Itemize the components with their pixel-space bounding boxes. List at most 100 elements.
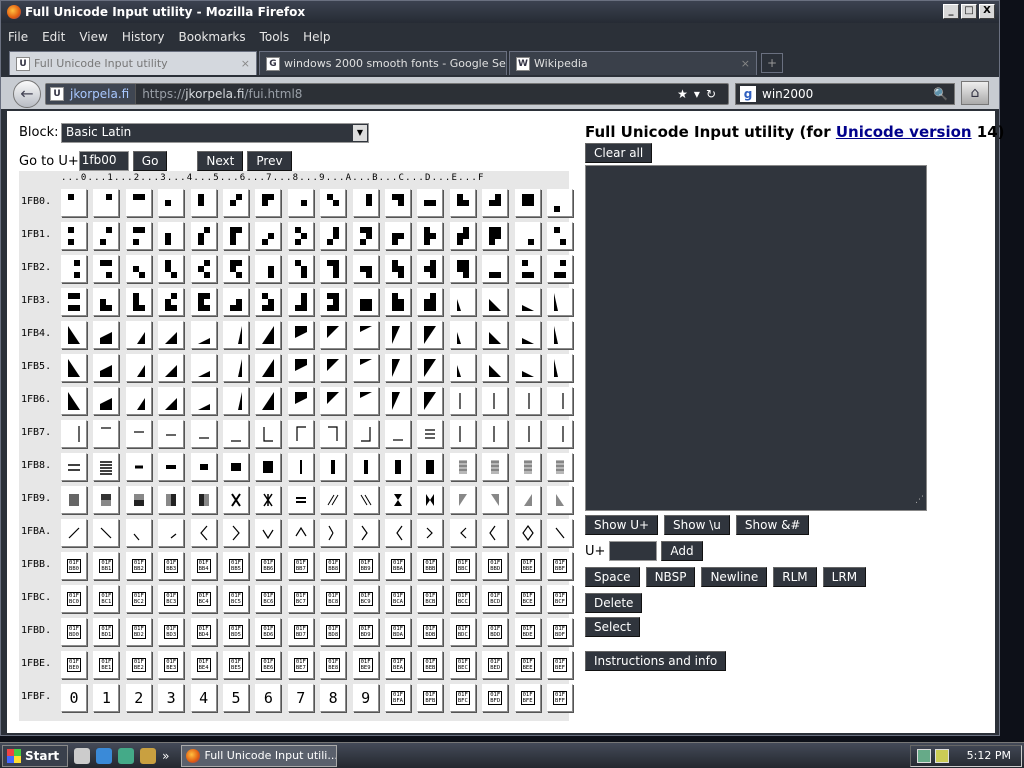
char-cell-1fbb4[interactable]: 01F BB4: [190, 552, 217, 580]
char-cell-1fb1c[interactable]: [449, 222, 476, 250]
char-cell-1fb0a[interactable]: [385, 189, 411, 217]
char-cell-1fb19[interactable]: [352, 222, 379, 250]
char-cell-1fbcc[interactable]: 01F BCC: [449, 585, 476, 613]
char-cell-1fb73[interactable]: [158, 420, 185, 448]
menu-bookmarks[interactable]: Bookmarks: [172, 30, 253, 44]
char-cell-1fbdc[interactable]: 01F BDC: [449, 618, 476, 646]
quicklaunch-more-icon[interactable]: »: [162, 749, 169, 763]
char-cell-1fbed[interactable]: 01F BED: [482, 651, 509, 679]
char-cell-1fb7c[interactable]: [449, 420, 476, 448]
char-cell-1fb7a[interactable]: [385, 420, 411, 448]
output-textarea[interactable]: ⋰: [585, 165, 927, 511]
char-cell-1fb27[interactable]: [287, 255, 314, 283]
char-cell-1fb14[interactable]: [190, 222, 217, 250]
char-cell-1fb7d[interactable]: [482, 420, 509, 448]
char-cell-1fbf9[interactable]: 9: [352, 684, 379, 712]
char-cell-1fb3b[interactable]: [417, 288, 444, 316]
char-cell-1fb91[interactable]: [93, 486, 120, 514]
char-cell-1fbfe[interactable]: 01F BFE: [514, 684, 541, 712]
char-cell-1fbf7[interactable]: 7: [287, 684, 314, 712]
home-button[interactable]: ⌂: [961, 81, 989, 105]
char-cell-1fbc8[interactable]: 01F BC8: [320, 585, 347, 613]
char-cell-1fbc9[interactable]: 01F BC9: [352, 585, 379, 613]
char-cell-1fb74[interactable]: [190, 420, 217, 448]
char-cell-1fbce[interactable]: 01F BCE: [514, 585, 541, 613]
char-cell-1fbe4[interactable]: 01F BE4: [190, 651, 217, 679]
char-cell-1fbc2[interactable]: 01F BC2: [125, 585, 152, 613]
tab-close-icon[interactable]: ×: [235, 57, 250, 70]
maximize-button[interactable]: □: [961, 4, 977, 19]
char-cell-1fba3[interactable]: [158, 519, 185, 547]
char-cell-1fbd6[interactable]: 01F BD6: [255, 618, 282, 646]
char-cell-1fbfb[interactable]: 01F BFB: [417, 684, 444, 712]
char-cell-1fb31[interactable]: [93, 288, 120, 316]
char-cell-1fb71[interactable]: [93, 420, 120, 448]
char-cell-1fb00[interactable]: [61, 189, 87, 217]
google-search-icon[interactable]: g: [740, 86, 756, 102]
char-cell-1fb36[interactable]: [255, 288, 282, 316]
add-button[interactable]: Add: [661, 541, 703, 561]
prev-button[interactable]: Prev: [247, 151, 292, 171]
char-cell-1fb7f[interactable]: [547, 420, 573, 448]
char-cell-1fb04[interactable]: [190, 189, 217, 217]
char-cell-1fb97[interactable]: [287, 486, 314, 514]
char-cell-1fbaf[interactable]: [547, 519, 573, 547]
char-cell-1fb8c[interactable]: [449, 453, 476, 481]
char-cell-1fbee[interactable]: 01F BEE: [514, 651, 541, 679]
char-cell-1fb2d[interactable]: [482, 255, 509, 283]
char-cell-1fb68[interactable]: [320, 387, 347, 415]
char-cell-1fb30[interactable]: [61, 288, 87, 316]
char-cell-1fb64[interactable]: [190, 387, 217, 415]
char-cell-1fb0f[interactable]: [547, 189, 573, 217]
char-cell-1fb83[interactable]: [158, 453, 185, 481]
char-cell-1fbec[interactable]: 01F BEC: [449, 651, 476, 679]
char-cell-1fb8a[interactable]: [385, 453, 411, 481]
char-cell-1fbe3[interactable]: 01F BE3: [158, 651, 185, 679]
char-cell-1fb46[interactable]: [255, 321, 282, 349]
char-cell-1fb78[interactable]: [320, 420, 347, 448]
char-cell-1fb4e[interactable]: [514, 321, 541, 349]
char-cell-1fbc5[interactable]: 01F BC5: [223, 585, 249, 613]
char-cell-1fbcb[interactable]: 01F BCB: [417, 585, 444, 613]
char-cell-1fb59[interactable]: [352, 354, 379, 382]
char-cell-1fb9f[interactable]: [547, 486, 573, 514]
next-button[interactable]: Next: [197, 151, 244, 171]
char-cell-1fb3d[interactable]: [482, 288, 509, 316]
taskbar-firefox-item[interactable]: Full Unicode Input utili...: [181, 744, 338, 767]
char-cell-1fb72[interactable]: [125, 420, 152, 448]
char-cell-1fb9a[interactable]: [385, 486, 411, 514]
lrm-button[interactable]: LRM: [822, 567, 867, 587]
tab-fui[interactable]: U Full Unicode Input utility ×: [9, 51, 257, 75]
char-cell-1fba1[interactable]: [93, 519, 120, 547]
char-cell-1fb32[interactable]: [125, 288, 152, 316]
char-cell-1fb2e[interactable]: [514, 255, 541, 283]
char-cell-1fba7[interactable]: [287, 519, 314, 547]
char-cell-1fb1a[interactable]: [385, 222, 411, 250]
char-cell-1fba4[interactable]: [190, 519, 217, 547]
char-cell-1fbd8[interactable]: 01F BD8: [320, 618, 347, 646]
char-cell-1fbb6[interactable]: 01F BB6: [255, 552, 282, 580]
char-cell-1fb99[interactable]: [352, 486, 379, 514]
show-u-button[interactable]: Show \u: [664, 515, 730, 535]
char-cell-1fb49[interactable]: [352, 321, 379, 349]
char-cell-1fb56[interactable]: [255, 354, 282, 382]
char-cell-1fbf1[interactable]: 1: [93, 684, 120, 712]
select-button[interactable]: Select: [585, 617, 641, 637]
char-cell-1fba6[interactable]: [255, 519, 282, 547]
instructions-button[interactable]: Instructions and info: [585, 651, 727, 671]
char-cell-1fbdb[interactable]: 01F BDB: [417, 618, 444, 646]
char-cell-1fbd3[interactable]: 01F BD3: [158, 618, 185, 646]
tab-wikipedia[interactable]: W Wikipedia ×: [509, 51, 757, 75]
char-cell-1fb5e[interactable]: [514, 354, 541, 382]
char-cell-1fbbf[interactable]: 01F BBF: [547, 552, 573, 580]
char-cell-1fbef[interactable]: 01F BEF: [547, 651, 573, 679]
char-cell-1fb80[interactable]: [61, 453, 87, 481]
char-cell-1fbd4[interactable]: 01F BD4: [190, 618, 217, 646]
menu-edit[interactable]: Edit: [35, 30, 72, 44]
char-cell-1fb62[interactable]: [125, 387, 152, 415]
char-cell-1fb85[interactable]: [223, 453, 249, 481]
char-cell-1fbeb[interactable]: 01F BEB: [417, 651, 444, 679]
char-cell-1fb1d[interactable]: [482, 222, 509, 250]
char-cell-1fbf6[interactable]: 6: [255, 684, 282, 712]
char-cell-1fb89[interactable]: [352, 453, 379, 481]
